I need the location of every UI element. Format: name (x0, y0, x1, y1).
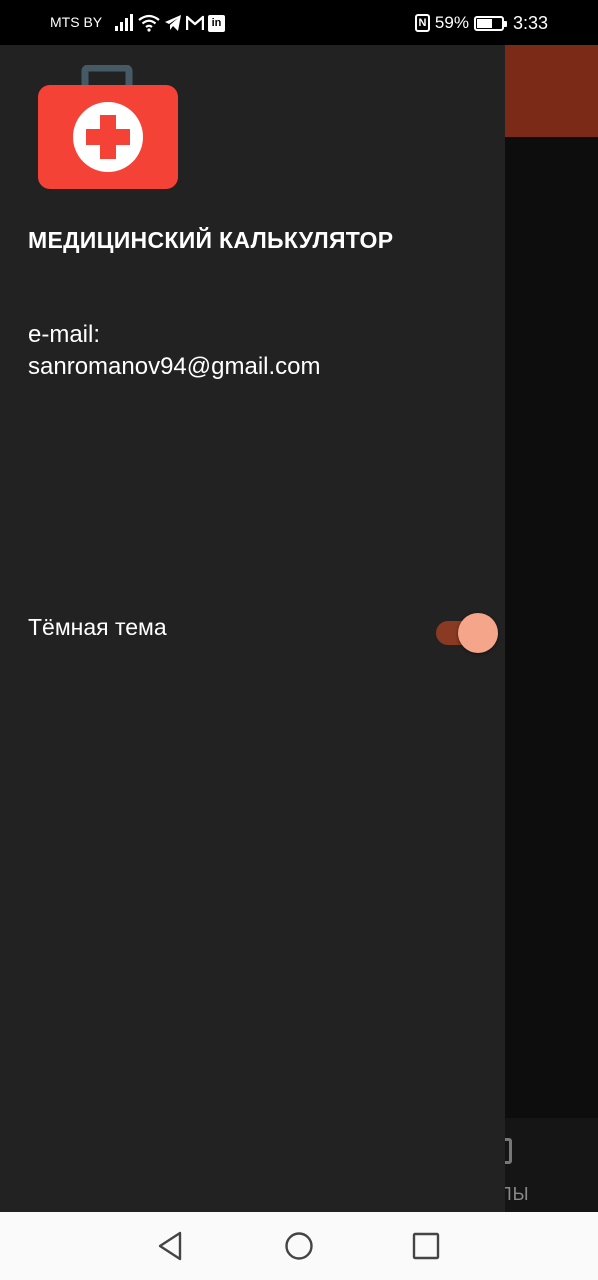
battery-charging-icon (473, 15, 507, 31)
nfc-icon: N (414, 14, 430, 32)
battery-percent: 59% (434, 13, 469, 32)
clock: 3:33 (512, 12, 548, 33)
system-status-icons: N 59% 3:33 (414, 12, 548, 34)
telegram-icon (165, 15, 181, 31)
signal-icon (115, 14, 133, 31)
back-button[interactable] (153, 1228, 189, 1264)
dark-theme-label: Тёмная тема (28, 614, 167, 640)
medical-kit-icon (38, 65, 178, 189)
status-bar: MTS BY in N 59% 3:33 (0, 0, 598, 45)
notification-icons: in (114, 12, 225, 34)
home-button[interactable] (281, 1228, 317, 1264)
dark-theme-toggle[interactable] (436, 608, 500, 653)
linkedin-icon: in (208, 14, 225, 32)
recent-apps-button[interactable] (408, 1228, 444, 1264)
email-label: e-mail: (28, 321, 101, 348)
toggle-thumb (458, 613, 498, 653)
wifi-icon (138, 14, 160, 32)
app-title: МЕДИЦИНСКИЙ КАЛЬКУЛЯТОР (28, 227, 394, 253)
email-link[interactable]: sanromanov94@gmail.com (28, 351, 321, 383)
system-navigation-bar (0, 1212, 598, 1280)
dark-theme-row: Тёмная тема (0, 600, 505, 656)
navigation-drawer: МЕДИЦИНСКИЙ КАЛЬКУЛЯТОР e-mail: sanroman… (0, 45, 505, 1212)
gmail-icon (186, 15, 204, 30)
carrier-name: MTS BY (50, 14, 103, 30)
